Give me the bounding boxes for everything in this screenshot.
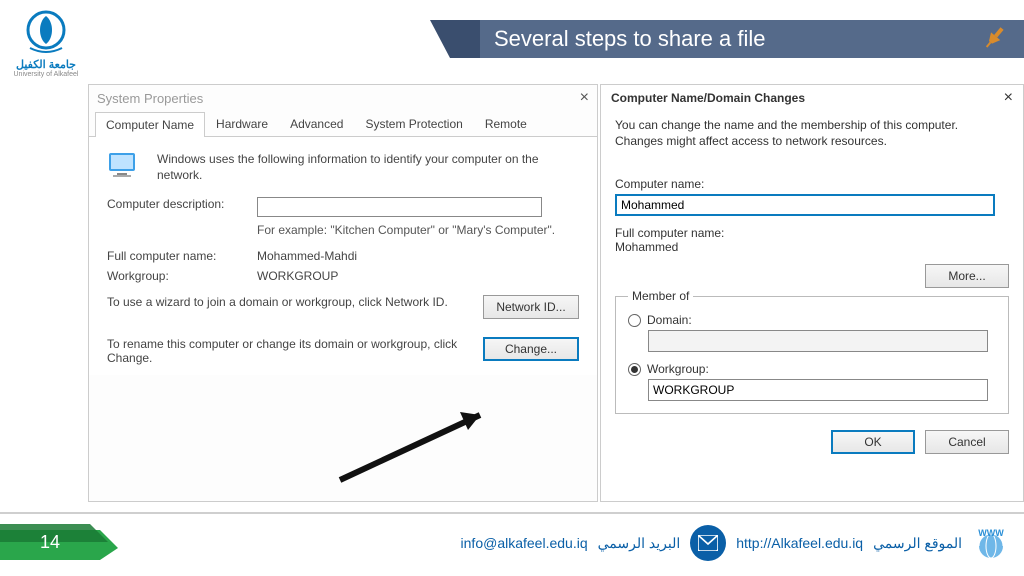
svg-text:WWW: WWW [978,528,1004,538]
footer-site: http://Alkafeel.edu.iq [736,535,863,551]
change-text: To rename this computer or change its do… [107,337,463,365]
more-button[interactable]: More... [925,264,1009,288]
slide-title: Several steps to share a file [494,26,765,52]
domain-input[interactable] [648,330,988,352]
dc-intro: You can change the name and the membersh… [615,117,1009,149]
domain-changes-dialog: Computer Name/Domain Changes × You can c… [600,84,1024,502]
tab-system-protection[interactable]: System Protection [354,111,473,136]
www-icon: WWW [972,524,1010,562]
workgroup-value: WORKGROUP [257,269,338,283]
computer-name-input[interactable] [615,194,995,216]
footer-email: info@alkafeel.edu.iq [461,535,588,551]
network-id-button[interactable]: Network ID... [483,295,579,319]
computer-description-input[interactable] [257,197,542,217]
change-button[interactable]: Change... [483,337,579,361]
member-of-legend: Member of [628,289,693,303]
cancel-button[interactable]: Cancel [925,430,1009,454]
full-name-label: Full computer name: [107,249,257,263]
dc-full-value: Mohammed [615,240,1009,254]
footer-contact: info@alkafeel.edu.iq البريد الرسمي http:… [461,524,1010,562]
dc-full-label: Full computer name: [615,226,1009,240]
workgroup-radio[interactable] [628,363,641,376]
tab-computer-name[interactable]: Computer Name [95,112,205,137]
full-name-value: Mohammed-Mahdi [257,249,357,263]
university-logo: جامعة الكفيل University of Alkafeel [12,8,80,78]
logo-text-ar: جامعة الكفيل [12,58,80,71]
footer-email-ar: البريد الرسمي [598,535,681,552]
member-of-fieldset: Member of Domain: Workgroup: [615,296,1009,414]
tab-hardware[interactable]: Hardware [205,111,279,136]
desc-example: For example: "Kitchen Computer" or "Mary… [257,223,579,237]
page-number: 14 [40,532,60,553]
workgroup-label: Workgroup: [107,269,257,283]
sp-intro-text: Windows uses the following information t… [157,151,579,183]
pin-icon [980,22,1010,52]
domain-label: Domain: [647,313,692,327]
workgroup-radio-label: Workgroup: [647,362,709,376]
footer-site-ar: الموقع الرسمي [873,535,962,552]
desc-label: Computer description: [107,197,257,217]
slide-title-bar: Several steps to share a file [430,20,1024,58]
logo-text-en: University of Alkafeel [12,71,80,78]
dc-title: Computer Name/Domain Changes [611,91,805,105]
close-icon[interactable]: × [1004,89,1013,107]
network-id-text: To use a wizard to join a domain or work… [107,295,463,309]
computer-name-label: Computer name: [615,177,1009,191]
mail-icon [690,525,726,561]
workgroup-input[interactable] [648,379,988,401]
footer-divider [0,512,1024,514]
sp-tabs: Computer Name Hardware Advanced System P… [89,111,597,137]
system-properties-window: System Properties × Computer Name Hardwa… [88,84,598,502]
computer-icon [107,151,143,179]
tab-advanced[interactable]: Advanced [279,111,354,136]
ok-button[interactable]: OK [831,430,915,454]
domain-radio[interactable] [628,314,641,327]
close-icon[interactable]: × [580,89,589,107]
tab-remote[interactable]: Remote [474,111,538,136]
sp-title: System Properties [97,91,203,106]
